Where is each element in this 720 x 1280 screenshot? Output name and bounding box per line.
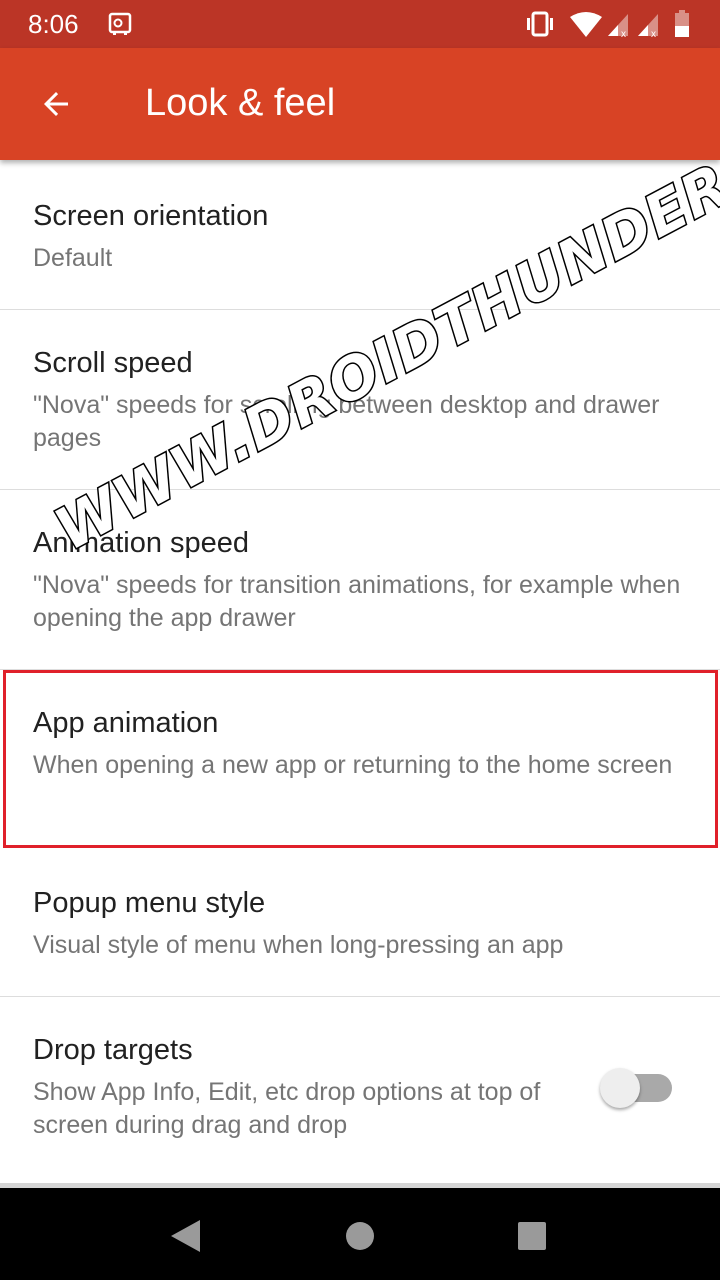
highlight-box: [3, 670, 718, 848]
recents-square-icon[interactable]: [516, 1220, 548, 1252]
status-bar: 8:06 x x: [0, 0, 720, 48]
svg-text:x: x: [621, 29, 626, 38]
page-title: Look & feel: [145, 82, 336, 124]
navigation-bar: [0, 1183, 720, 1280]
safe-icon: [108, 12, 132, 35]
setting-title: Scroll speed: [33, 347, 193, 379]
app-bar: Look & feel: [0, 48, 720, 160]
toggle-thumb: [600, 1068, 640, 1108]
battery-low-icon: [675, 10, 689, 37]
back-triangle-icon[interactable]: [168, 1218, 202, 1254]
clock: 8:06: [28, 9, 79, 39]
vibrate-icon: [527, 11, 553, 37]
drop-targets-toggle[interactable]: [598, 1068, 674, 1108]
signal-no-service-icon: x: [638, 14, 658, 38]
setting-summary: Show App Info, Edit, etc drop options at…: [33, 1078, 541, 1139]
setting-title: Drop targets: [33, 1034, 193, 1066]
setting-title: Screen orientation: [33, 200, 269, 232]
home-circle-icon[interactable]: [344, 1220, 376, 1252]
setting-popup-menu-style[interactable]: Popup menu style Visual style of menu wh…: [0, 850, 720, 997]
setting-title: Popup menu style: [33, 887, 266, 919]
setting-summary: "Nova" speeds for transition animations,…: [33, 571, 681, 632]
svg-text:x: x: [651, 29, 656, 38]
setting-summary: Visual style of menu when long-pressing …: [33, 931, 564, 959]
signal-no-service-icon: x: [608, 14, 628, 38]
arrow-left-icon[interactable]: [38, 86, 74, 122]
wifi-icon: [570, 12, 602, 37]
